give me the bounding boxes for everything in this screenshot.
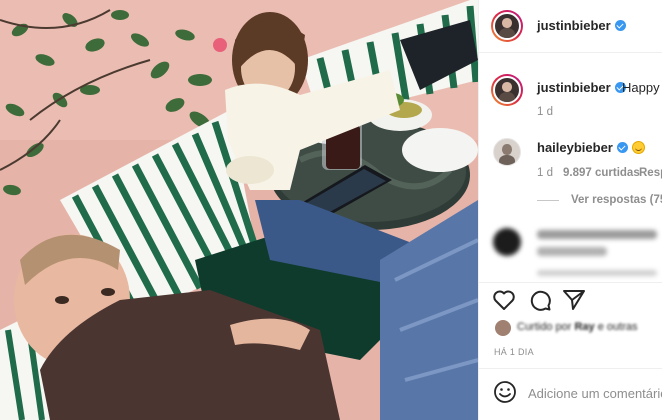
smiley-icon[interactable] (493, 380, 517, 404)
caption-avatar[interactable] (491, 74, 523, 106)
author-username-text[interactable]: justinbieber (537, 18, 611, 33)
post-photo-image (0, 0, 478, 420)
liked-by-text[interactable]: Curtido por Ray e outras (517, 321, 637, 333)
comment-username[interactable]: haileybieber (537, 140, 645, 155)
caption-text: Happy S (622, 80, 662, 95)
commenter-avatar[interactable] (493, 228, 521, 256)
post-time[interactable]: HÁ 1 DIA (494, 347, 534, 357)
comment-username-text[interactable]: haileybieber (537, 140, 613, 155)
replies-divider (537, 200, 559, 201)
liker-avatar[interactable] (495, 320, 511, 336)
caption-time[interactable]: 1 d (537, 106, 553, 118)
liked-by-prefix: Curtido por (517, 321, 572, 333)
verified-icon (616, 142, 628, 153)
caption-username-text[interactable]: justinbieber (537, 80, 611, 95)
actions-divider (479, 282, 662, 283)
comment-time[interactable]: 1 d (537, 167, 553, 179)
comment-likes-count[interactable]: 9.897 curtidas (563, 167, 640, 179)
add-comment-bar (479, 368, 662, 420)
author-avatar[interactable] (491, 10, 523, 42)
comment-reply-button[interactable]: Resp (639, 167, 662, 179)
liked-by-suffix: e outras (597, 321, 638, 333)
post-sidebar: justinbieber justinbieber Happy S 1 d ha… (478, 0, 662, 420)
post-photo[interactable] (0, 0, 478, 420)
paper-plane-icon[interactable] (562, 288, 586, 312)
liked-by-user[interactable]: Ray (574, 321, 594, 333)
comment-likes[interactable]: 9.897 curtidas (563, 167, 640, 179)
blurred-comment (537, 230, 662, 264)
view-replies-button[interactable]: Ver respostas (752) (571, 194, 662, 206)
header-divider (479, 52, 662, 53)
caption-username[interactable]: justinbieber (537, 80, 626, 95)
add-comment-input[interactable] (528, 383, 662, 403)
commenter-avatar[interactable] (493, 138, 521, 166)
smiling-face-icon (631, 141, 645, 154)
heart-icon[interactable] (492, 289, 516, 311)
blurred-comment-meta (537, 270, 657, 276)
comment-bubble-icon[interactable] (528, 288, 552, 312)
author-username[interactable]: justinbieber (537, 18, 626, 33)
verified-icon (614, 20, 626, 31)
